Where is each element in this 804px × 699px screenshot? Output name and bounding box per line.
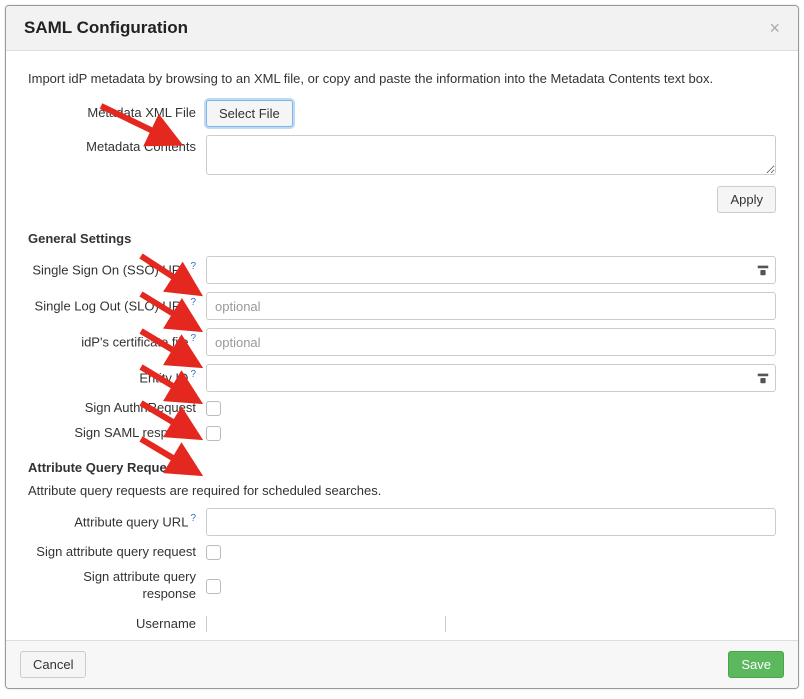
sign-attrq-req-checkbox[interactable] (206, 545, 221, 560)
slo-url-input[interactable] (206, 292, 776, 320)
username-label: Username (28, 616, 206, 632)
close-icon[interactable]: × (769, 19, 780, 37)
metadata-xml-label: Metadata XML File (28, 105, 206, 122)
row-idp-cert: idP's certificate file? (28, 328, 776, 356)
cancel-button[interactable]: Cancel (20, 651, 86, 678)
help-icon[interactable]: ? (190, 513, 196, 524)
slo-url-label: Single Log Out (SLO) URL? (28, 296, 206, 315)
attrq-url-label-text: Attribute query URL (74, 515, 188, 530)
row-sign-authn: Sign AuthnRequest (28, 400, 776, 417)
required-icon (756, 263, 770, 277)
row-sign-saml: Sign SAML response (28, 425, 776, 442)
apply-row: Apply (28, 186, 776, 213)
dialog-title: SAML Configuration (24, 18, 188, 38)
row-metadata-contents: Metadata Contents (28, 135, 776, 178)
dialog-footer: Cancel Save (6, 640, 798, 688)
sign-authn-checkbox[interactable] (206, 401, 221, 416)
help-icon[interactable]: ? (190, 261, 196, 272)
required-icon (756, 371, 770, 385)
entity-id-label-text: Entity ID (139, 371, 188, 386)
metadata-contents-label: Metadata Contents (28, 135, 206, 156)
row-username: Username (28, 616, 776, 632)
idp-cert-label-text: idP's certificate file (81, 335, 188, 350)
dialog-body: Import idP metadata by browsing to an XM… (6, 51, 798, 640)
row-entity-id: Entity ID? (28, 364, 776, 392)
help-icon[interactable]: ? (190, 333, 196, 344)
help-icon[interactable]: ? (190, 297, 196, 308)
apply-button[interactable]: Apply (717, 186, 776, 213)
row-sso-url: Single Sign On (SSO) URL? (28, 256, 776, 284)
attrq-heading: Attribute Query Requests (28, 460, 776, 475)
idp-cert-label: idP's certificate file? (28, 332, 206, 351)
saml-config-dialog: SAML Configuration × Import idP metadata… (5, 5, 799, 689)
entity-id-input[interactable] (206, 364, 776, 392)
username-input[interactable] (206, 616, 446, 632)
save-button[interactable]: Save (728, 651, 784, 678)
general-settings-heading: General Settings (28, 231, 776, 246)
sign-saml-checkbox[interactable] (206, 426, 221, 441)
idp-cert-input[interactable] (206, 328, 776, 356)
sso-url-input[interactable] (206, 256, 776, 284)
sign-attrq-resp-checkbox[interactable] (206, 579, 221, 594)
sign-authn-label: Sign AuthnRequest (28, 400, 206, 417)
select-file-button[interactable]: Select File (206, 100, 293, 127)
sso-url-label: Single Sign On (SSO) URL? (28, 260, 206, 279)
metadata-contents-textarea[interactable] (206, 135, 776, 175)
row-sign-attrq-resp: Sign attribute query response (28, 569, 776, 603)
sso-url-label-text: Single Sign On (SSO) URL (32, 263, 188, 278)
attrq-url-input[interactable] (206, 508, 776, 536)
help-icon[interactable]: ? (190, 369, 196, 380)
sign-attrq-resp-label: Sign attribute query response (28, 569, 206, 603)
row-slo-url: Single Log Out (SLO) URL? (28, 292, 776, 320)
attrq-url-label: Attribute query URL? (28, 512, 206, 531)
slo-url-label-text: Single Log Out (SLO) URL (35, 299, 189, 314)
attrq-subtext: Attribute query requests are required fo… (28, 483, 776, 498)
intro-text: Import idP metadata by browsing to an XM… (28, 71, 776, 86)
entity-id-label: Entity ID? (28, 368, 206, 387)
row-attrq-url: Attribute query URL? (28, 508, 776, 536)
dialog-header: SAML Configuration × (6, 6, 798, 51)
sign-saml-label: Sign SAML response (28, 425, 206, 442)
sign-attrq-req-label: Sign attribute query request (28, 544, 206, 561)
row-metadata-xml: Metadata XML File Select File (28, 100, 776, 127)
row-sign-attrq-req: Sign attribute query request (28, 544, 776, 561)
